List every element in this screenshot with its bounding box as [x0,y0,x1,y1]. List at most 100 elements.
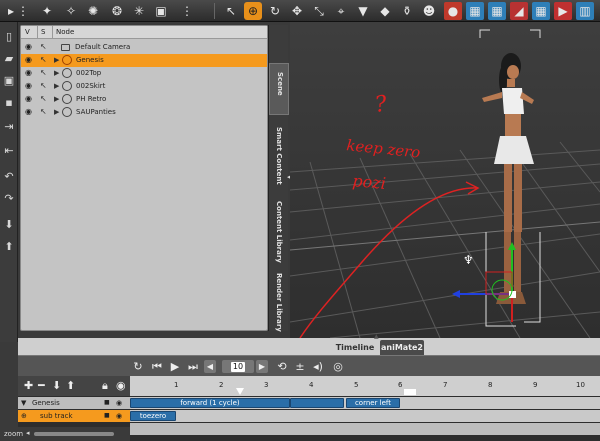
expand-triangle-icon[interactable]: ▶ [54,69,59,78]
light-icon[interactable]: ✧ [62,2,80,20]
node-column-header[interactable]: Node [56,28,74,36]
tab-render-library[interactable]: Render Library [269,273,289,332]
eye-icon[interactable]: ◉ [116,410,122,422]
merge-icon[interactable]: ▣ [2,74,16,88]
tab-smart-content[interactable]: Smart Content [269,121,289,193]
render-toggle-icon[interactable]: ▥ [576,2,594,20]
surface-icon[interactable]: ▼ [354,2,372,20]
genesis-figure[interactable] [482,53,534,304]
camera-add-icon[interactable]: ▣ [152,2,170,20]
scale-icon[interactable]: ⤡ [310,2,328,20]
scene-node-002skirt[interactable]: ◉ ↖ ▶ 002Skirt [21,80,267,93]
step-back-icon[interactable]: ⏮ [150,359,164,374]
tab-scene[interactable]: Scene [269,63,289,115]
select-cursor-icon[interactable]: ↖ [40,55,47,65]
joint-editor-icon[interactable]: ⌖ [332,2,350,20]
frame-decrement-button[interactable]: ◀ [204,360,216,373]
paint-icon[interactable]: ◆ [376,2,394,20]
new-scene-icon[interactable]: ▯ [2,30,16,44]
select-arrow-icon[interactable]: ↖ [222,2,240,20]
translate-icon[interactable]: ✥ [288,2,306,20]
add-track-icon[interactable]: ✚ [24,379,33,392]
grid-icon[interactable]: ⋮ [178,2,196,20]
expand-triangle-icon[interactable]: ▶ [54,108,59,117]
eye-icon[interactable]: ◉ [25,56,35,64]
key-icon[interactable]: ■ [104,410,110,422]
tab-content-library[interactable]: Content Library [269,197,289,269]
lock-icon[interactable]: 🔒︎ [102,379,108,392]
step-forward-icon[interactable]: ⏭ [186,359,200,374]
scene-node-genesis[interactable]: ◉ ↖ ▶ Genesis [21,54,267,67]
frame-value[interactable]: 10 [230,362,246,372]
visible-column-header[interactable]: V [25,28,30,36]
bottle-icon[interactable]: ⚱ [398,2,416,20]
eye-icon[interactable]: ◉ [116,379,126,392]
zoom-out-icon[interactable]: ◂ [26,429,30,437]
add-subtrack-icon[interactable]: ⊕ [21,410,27,422]
eye-icon[interactable]: ◉ [25,108,35,116]
track-area[interactable]: toezero [130,410,600,422]
render-stop-icon[interactable]: ▶ [554,2,572,20]
viewport-3d[interactable]: ♆ ? keep zero pozi [290,22,600,338]
distant-light-icon[interactable]: ✺ [84,2,102,20]
track-genesis[interactable]: ▼ Genesis ■ ◉ forward (1 cycle) corner l… [18,397,600,409]
export-icon[interactable]: ⇤ [2,144,16,158]
render-library-icon[interactable]: ▦ [532,2,550,20]
key-icon[interactable]: ■ [104,397,110,409]
play-icon[interactable]: ▶ [168,359,182,374]
point-light-icon[interactable]: ✳ [130,2,148,20]
expand-triangle-icon[interactable]: ▶ [54,56,59,65]
collapse-triangle-icon[interactable]: ▼ [21,397,26,409]
select-cursor-icon[interactable]: ↖ [40,68,47,78]
open-icon[interactable]: ▰ [2,52,16,66]
render-icon[interactable]: ● [444,2,462,20]
select-cursor-icon[interactable]: ↖ [40,107,47,117]
loop-icon[interactable]: ↻ [130,359,146,374]
render-settings-icon[interactable]: ▦ [466,2,484,20]
target-icon[interactable]: ◎ [330,359,346,374]
clip-toezero[interactable]: toezero [130,411,176,421]
eye-icon[interactable]: ◉ [25,43,35,51]
track-label-sub-track[interactable]: ⊕ sub track ■ ◉ [18,410,130,422]
clip-forward-tail[interactable] [290,398,344,408]
save-icon[interactable]: ▪ [2,96,16,110]
rotate-icon[interactable]: ↻ [266,2,284,20]
move-down-icon[interactable]: ⬇ [52,379,61,392]
zoom-slider[interactable] [34,432,114,436]
select-cursor-icon[interactable]: ↖ [40,81,47,91]
select-cursor-icon[interactable]: ↖ [40,42,47,52]
bake-icon[interactable]: ⟲ [274,359,290,374]
add-clip-icon[interactable]: ± [292,359,308,374]
frame-increment-button[interactable]: ▶ [256,360,268,373]
universal-tool-icon[interactable]: ⊕ [244,2,262,20]
undo-icon[interactable]: ↶ [2,170,16,184]
up-arrow-icon[interactable]: ⬆ [2,240,16,254]
render-region-icon[interactable]: ◢ [510,2,528,20]
import-icon[interactable]: ⇥ [2,120,16,134]
clip-forward[interactable]: forward (1 cycle) [130,398,290,408]
eye-icon[interactable]: ◉ [25,69,35,77]
eye-icon[interactable]: ◉ [25,95,35,103]
selectable-column-header[interactable]: S [41,28,45,36]
figure-icon[interactable]: ☻ [420,2,438,20]
eye-icon[interactable]: ◉ [116,397,122,409]
clip-corner-left[interactable]: corner left [346,398,400,408]
select-cursor-icon[interactable]: ↖ [40,94,47,104]
remove-track-icon[interactable]: ━ [38,379,45,392]
expand-triangle-icon[interactable]: ▶ [54,82,59,91]
tab-animate2[interactable]: aniMate2 [380,340,424,355]
tab-timeline[interactable]: Timeline [330,340,380,355]
down-arrow-icon[interactable]: ⬇ [2,218,16,232]
eye-icon[interactable]: ◉ [25,82,35,90]
track-sub-track[interactable]: ⊕ sub track ■ ◉ toezero [18,410,600,422]
scene-node-default-camera[interactable]: ◉ ↖ Default Camera [21,41,267,54]
spot-light-icon[interactable]: ❂ [108,2,126,20]
panel-collapse-up-icon[interactable]: ▲ [374,334,382,340]
track-label-genesis[interactable]: ▼ Genesis ■ ◉ [18,397,130,409]
figure-pose-icon[interactable]: ♆ [463,253,474,267]
sound-icon[interactable]: ◂) [310,359,326,374]
frame-field[interactable]: 10 [222,360,254,373]
move-up-icon[interactable]: ⬆ [66,379,75,392]
timeline-ruler[interactable]: 1 2 3 4 5 6 7 8 9 10 [130,376,600,396]
redo-icon[interactable]: ↷ [2,192,16,206]
